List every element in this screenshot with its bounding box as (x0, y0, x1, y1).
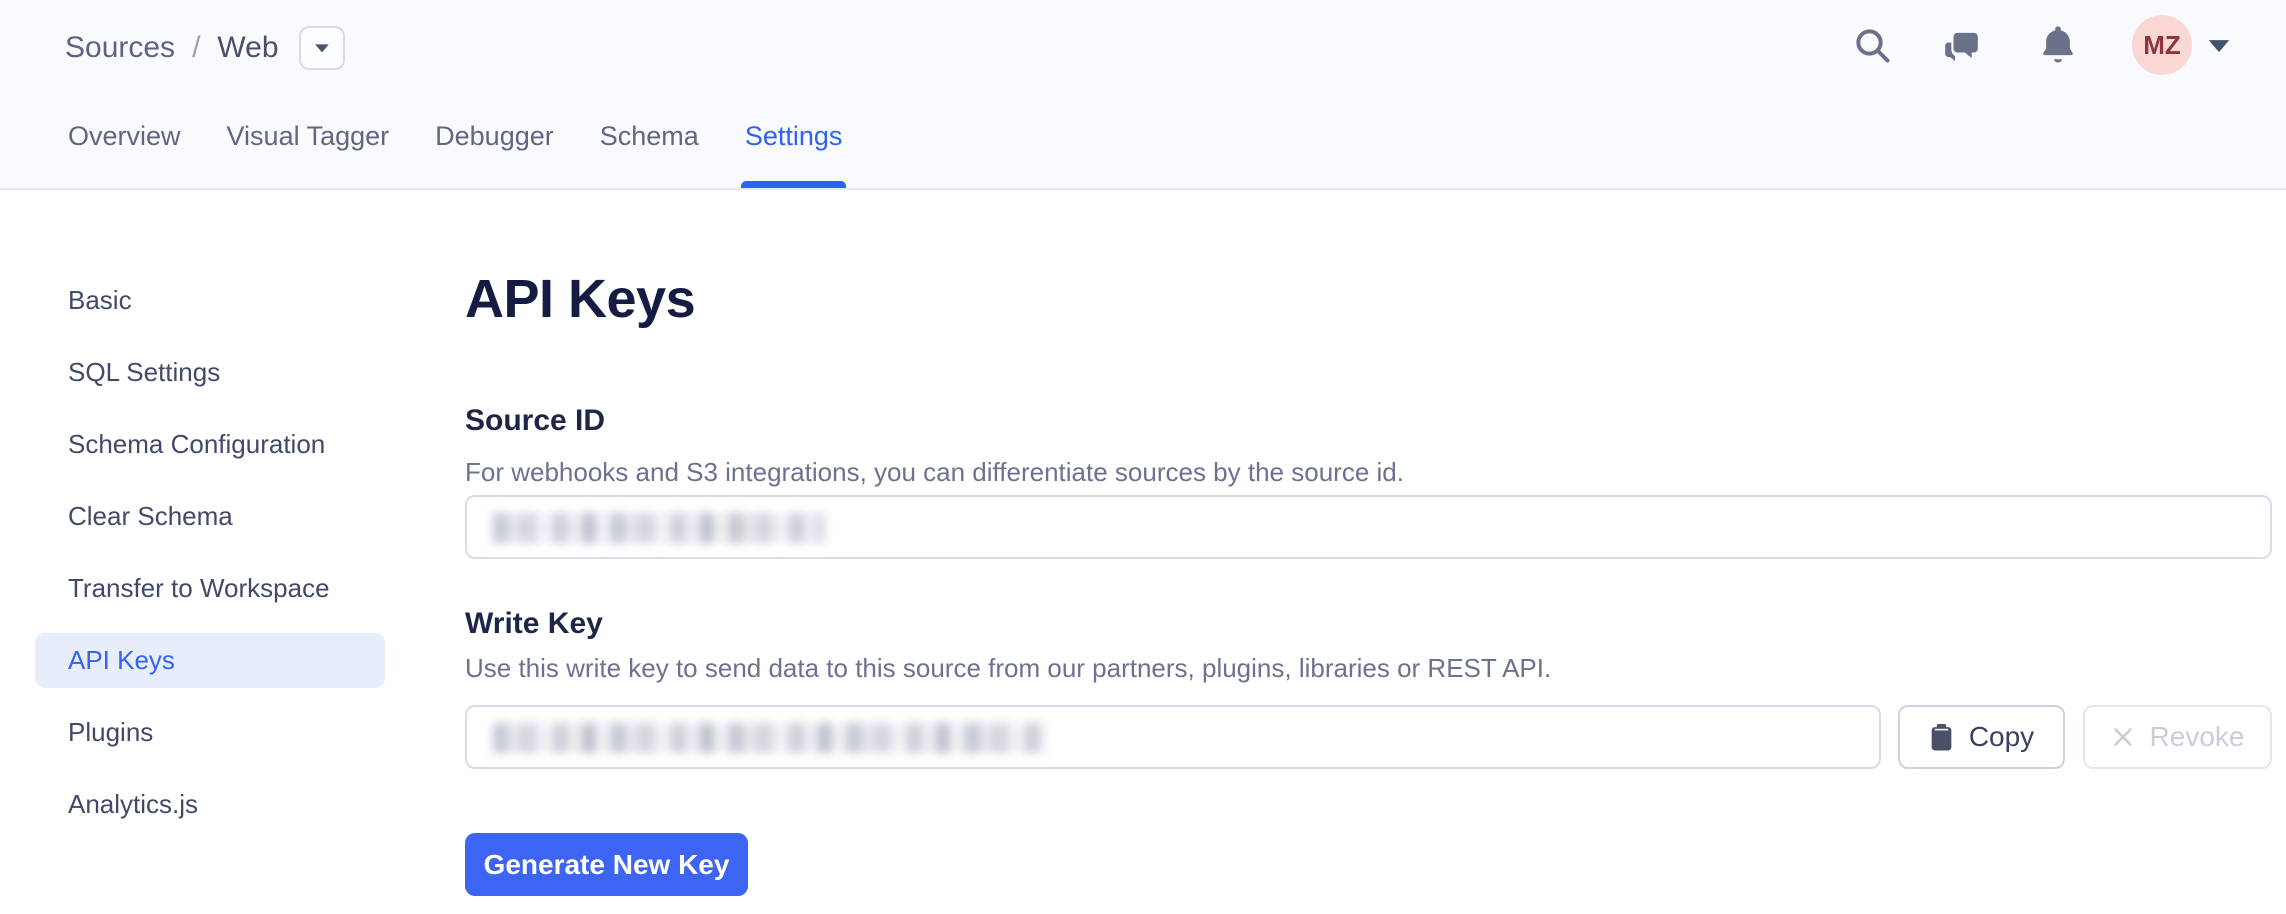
page-title: API Keys (465, 268, 695, 330)
sidebar-item-sql-settings[interactable]: SQL Settings (35, 345, 385, 400)
chat-icon (1942, 27, 1982, 67)
sidebar-item-clear-schema[interactable]: Clear Schema (35, 489, 385, 544)
tab-overview[interactable]: Overview (68, 121, 181, 188)
write-key-field[interactable] (465, 705, 1881, 769)
revoke-button-label: Revoke (2150, 721, 2245, 753)
source-id-description: For webhooks and S3 integrations, you ca… (465, 457, 1404, 488)
user-avatar[interactable]: MZ (2132, 15, 2192, 75)
chevron-down-icon (2207, 38, 2231, 53)
source-id-redacted-value (493, 513, 823, 543)
sidebar-item-analytics-js[interactable]: Analytics.js (35, 777, 385, 832)
search-button[interactable] (1852, 25, 1892, 65)
close-icon (2111, 725, 2135, 749)
messages-button[interactable] (1942, 27, 1982, 67)
sidebar-item-api-keys[interactable]: API Keys (35, 633, 385, 688)
generate-new-key-button[interactable]: Generate New Key (465, 833, 748, 896)
user-menu-button[interactable] (2207, 38, 2231, 53)
tab-debugger[interactable]: Debugger (435, 121, 554, 188)
source-id-field[interactable] (465, 495, 2272, 559)
clipboard-icon (1929, 723, 1954, 752)
settings-sidebar: Basic SQL Settings Schema Configuration … (35, 273, 385, 849)
bell-icon (2037, 23, 2079, 69)
tab-schema[interactable]: Schema (600, 121, 699, 188)
tab-settings[interactable]: Settings (745, 121, 843, 188)
write-key-heading: Write Key (465, 607, 603, 641)
copy-button-label: Copy (1969, 721, 2034, 753)
source-tabs: Overview Visual Tagger Debugger Schema S… (68, 0, 842, 188)
sidebar-item-schema-configuration[interactable]: Schema Configuration (35, 417, 385, 472)
top-header: Sources / Web MZ Overview Visual Tagger (0, 0, 2286, 190)
sidebar-item-transfer-to-workspace[interactable]: Transfer to Workspace (35, 561, 385, 616)
write-key-redacted-value (493, 723, 1045, 753)
sidebar-item-plugins[interactable]: Plugins (35, 705, 385, 760)
revoke-write-key-button[interactable]: Revoke (2083, 705, 2272, 769)
notifications-button[interactable] (2037, 23, 2079, 69)
search-icon (1852, 25, 1892, 65)
copy-write-key-button[interactable]: Copy (1898, 705, 2065, 769)
write-key-description: Use this write key to send data to this … (465, 653, 1551, 684)
avatar-initials: MZ (2143, 30, 2181, 61)
source-id-heading: Source ID (465, 404, 605, 438)
sidebar-item-basic[interactable]: Basic (35, 273, 385, 328)
tab-visual-tagger[interactable]: Visual Tagger (227, 121, 390, 188)
